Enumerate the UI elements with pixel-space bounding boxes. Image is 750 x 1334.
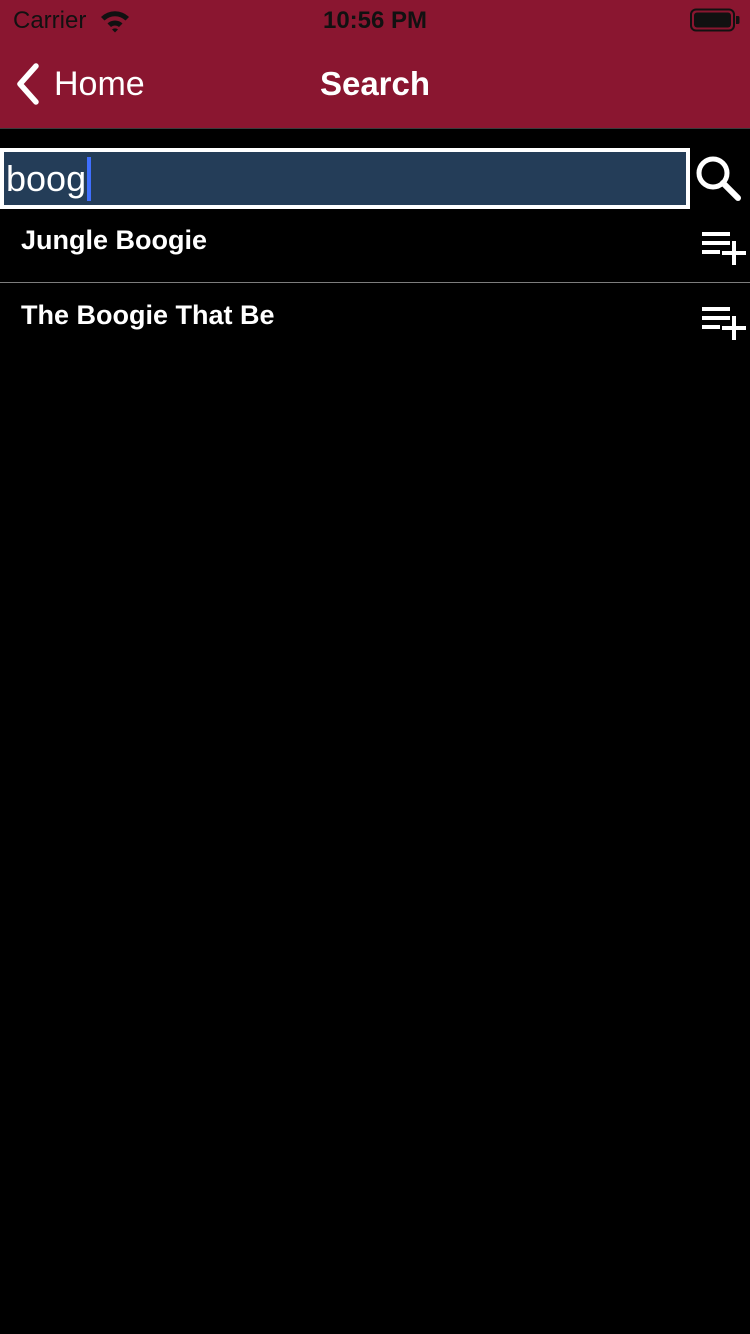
navigation-bar: Home Search [0,40,750,128]
battery-icon [690,8,740,32]
add-to-queue-icon[interactable] [702,226,748,266]
search-icon[interactable] [694,154,742,202]
status-bar: Carrier 10:56 PM [0,0,750,40]
result-row[interactable]: Jungle Boogie [0,208,750,282]
top-bar: Carrier 10:56 PM Home Search [0,0,750,128]
page-title: Search [319,65,431,102]
result-title: The Boogie That Be [21,300,275,330]
result-row[interactable]: The Boogie That Be [0,283,750,357]
status-time: 10:56 PM [322,7,428,34]
search-input-value: boog [6,157,87,199]
result-title: Jungle Boogie [21,225,208,255]
add-to-queue-icon[interactable] [702,301,748,341]
search-input[interactable]: boog [0,148,690,209]
nav-divider [0,128,750,129]
text-cursor [87,156,92,201]
